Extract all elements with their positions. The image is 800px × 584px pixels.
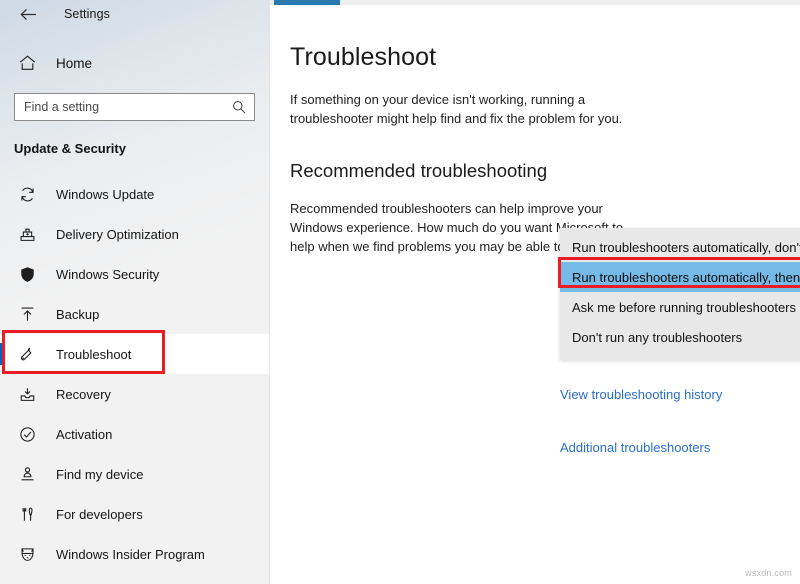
person-locate-icon — [16, 466, 38, 483]
sidebar-item-troubleshoot[interactable]: Troubleshoot — [0, 334, 269, 374]
sidebar-item-home[interactable]: Home — [0, 46, 269, 80]
dropdown-option-selected[interactable]: Run troubleshooters automatically, then … — [560, 262, 800, 292]
main-content: Troubleshoot If something on your device… — [270, 0, 800, 584]
sidebar-item-label: Troubleshoot — [56, 346, 132, 362]
sidebar-item-delivery-optimization[interactable]: Delivery Optimization — [0, 214, 269, 254]
sidebar-item-windows-security[interactable]: Windows Security — [0, 254, 269, 294]
sidebar-item-label: Backup — [56, 306, 100, 322]
link-additional-troubleshooters[interactable]: Additional troubleshooters — [560, 440, 710, 455]
back-arrow-icon[interactable] — [14, 3, 42, 25]
sidebar-item-label: Delivery Optimization — [56, 226, 179, 242]
sidebar-item-activation[interactable]: Activation — [0, 414, 269, 454]
delivery-box-icon — [16, 226, 38, 243]
sidebar-item-label: Windows Update — [56, 186, 155, 202]
shield-icon — [16, 266, 38, 283]
upload-arrow-icon — [16, 306, 38, 323]
search-icon[interactable] — [232, 100, 246, 114]
app-title: Settings — [64, 7, 110, 21]
sidebar: Settings Home Update & Security — [0, 0, 270, 584]
sidebar-item-recovery[interactable]: Recovery — [0, 374, 269, 414]
dropdown-option[interactable]: Ask me before running troubleshooters — [560, 292, 800, 322]
recovery-icon — [16, 386, 38, 403]
sidebar-item-label: Windows Security — [56, 266, 160, 282]
search-box[interactable] — [14, 93, 255, 121]
tools-icon — [16, 506, 38, 523]
sync-icon — [16, 186, 38, 203]
sidebar-item-label: For developers — [56, 506, 143, 522]
search-input[interactable] — [15, 94, 254, 120]
sidebar-item-windows-update[interactable]: Windows Update — [0, 174, 269, 214]
watermark: wsxdn.com — [745, 568, 792, 578]
ninja-cat-icon — [16, 546, 38, 563]
top-indicator-fill — [274, 0, 340, 5]
page-title: Troubleshoot — [290, 43, 437, 71]
wrench-icon — [16, 346, 38, 363]
sidebar-item-home-label: Home — [56, 55, 93, 71]
page-description: If something on your device isn't workin… — [290, 92, 623, 126]
sidebar-item-find-my-device[interactable]: Find my device — [0, 454, 269, 494]
section-title-recommended-troubleshooting: Recommended troubleshooting — [290, 160, 548, 181]
sidebar-item-label: Windows Insider Program — [56, 546, 205, 562]
settings-window: Settings Home Update & Security — [0, 0, 800, 584]
dropdown-option[interactable]: Don't run any troubleshooters — [560, 322, 800, 352]
sidebar-item-backup[interactable]: Backup — [0, 294, 269, 334]
recommended-troubleshooting-dropdown[interactable]: Run troubleshooters automatically, don't… — [560, 228, 800, 360]
sidebar-nav-list: Windows Update Delivery Optimization Win… — [0, 174, 269, 574]
sidebar-group-title: Update & Security — [14, 141, 126, 156]
title-bar: Settings — [0, 0, 269, 28]
top-indicator-track — [270, 0, 800, 5]
sidebar-item-windows-insider-program[interactable]: Windows Insider Program — [0, 534, 269, 574]
home-icon — [16, 55, 38, 71]
sidebar-item-label: Find my device — [56, 466, 144, 482]
sidebar-item-label: Activation — [56, 426, 113, 442]
check-circle-icon — [16, 426, 38, 443]
sidebar-item-for-developers[interactable]: For developers — [0, 494, 269, 534]
sidebar-item-label: Recovery — [56, 386, 111, 402]
dropdown-option[interactable]: Run troubleshooters automatically, don't… — [560, 232, 800, 262]
link-view-troubleshooting-history[interactable]: View troubleshooting history — [560, 387, 722, 402]
